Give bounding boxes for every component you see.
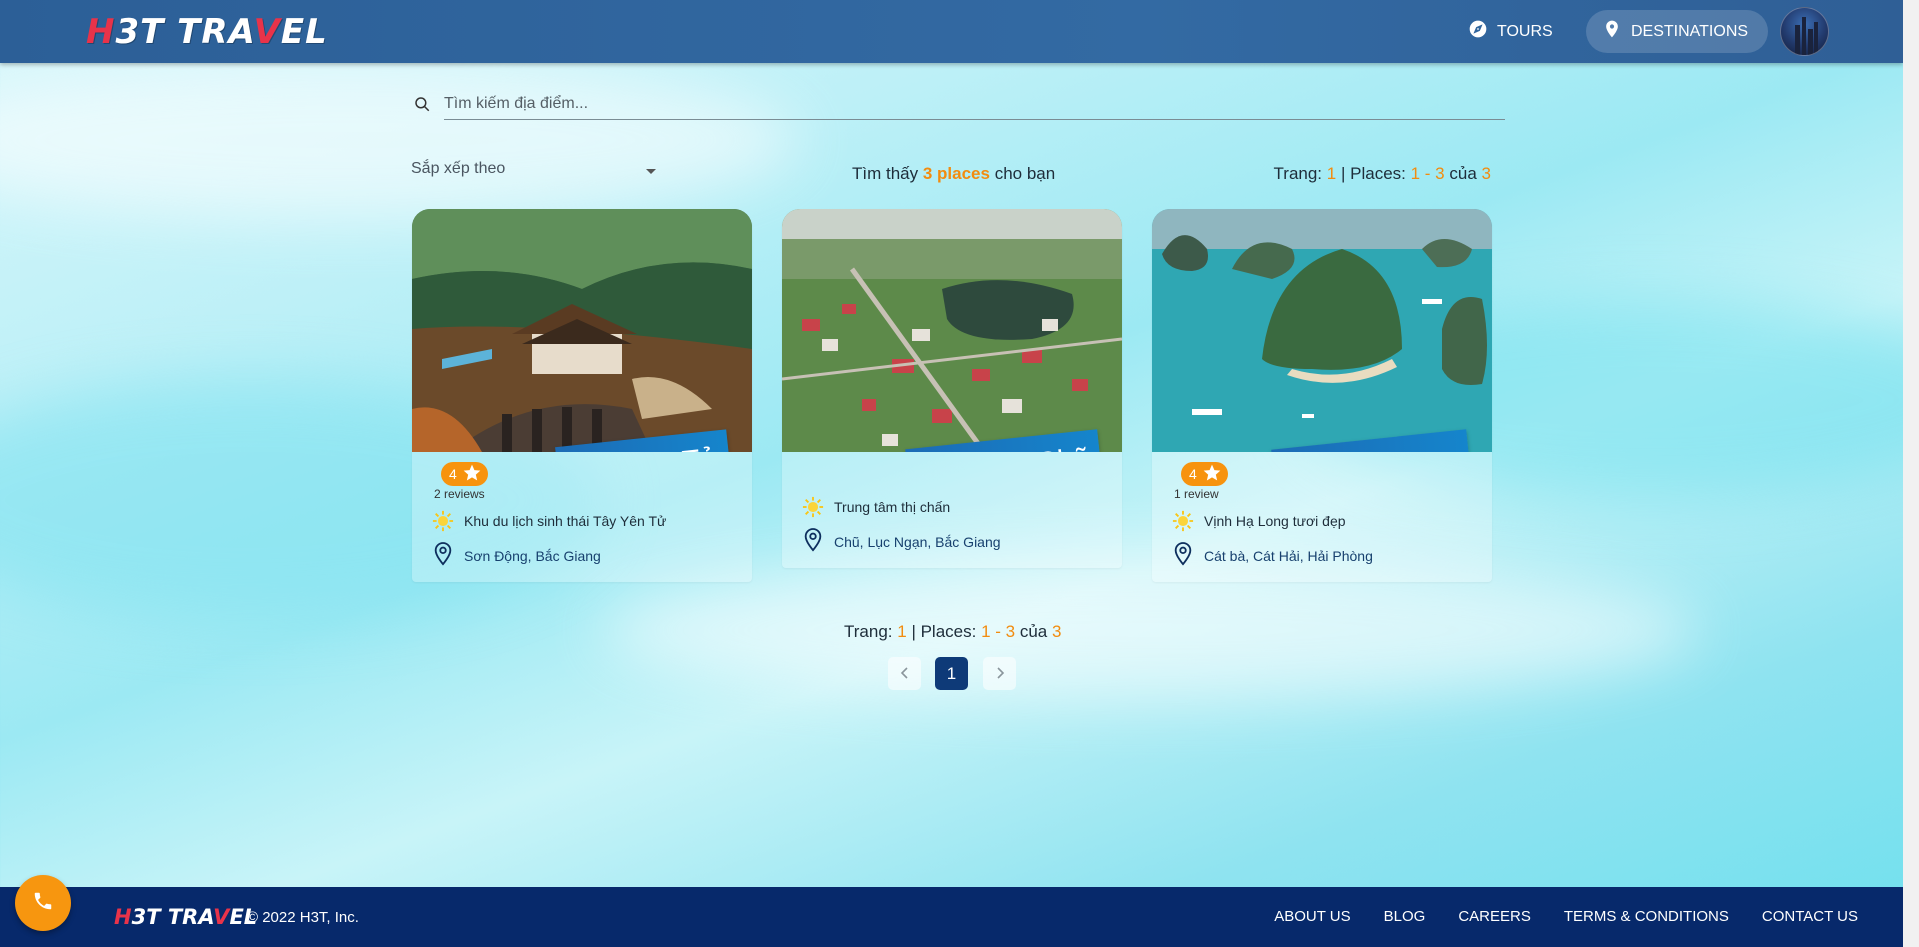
place-description: Trung tâm thị chấn <box>834 499 951 515</box>
footer-link-about[interactable]: ABOUT US <box>1274 908 1350 925</box>
nav-tours-label: TOURS <box>1497 22 1553 40</box>
review-count: 1 review <box>1174 487 1219 501</box>
call-button[interactable] <box>15 875 71 931</box>
results-prefix: Tìm thấy <box>852 164 919 183</box>
page-button-label: 1 <box>946 663 957 683</box>
place-location-row: Chũ, Lục Ngạn, Bắc Giang <box>802 527 1102 556</box>
places-label: | Places: <box>1340 164 1406 183</box>
next-page-button[interactable] <box>983 657 1016 690</box>
chevron-left-icon <box>899 664 911 684</box>
footer-link-blog[interactable]: BLOG <box>1384 908 1426 925</box>
logo-letter: V <box>253 12 281 52</box>
place-name: Tây Yên Tử <box>566 442 721 452</box>
prev-page-button[interactable] <box>888 657 921 690</box>
footer-link-terms[interactable]: TERMS & CONDITIONS <box>1564 908 1729 925</box>
sun-icon <box>432 510 454 532</box>
logo-letter: V <box>213 905 230 929</box>
logo-text: T TRA <box>146 905 214 929</box>
logo-letter: H <box>86 12 116 52</box>
page-info-bottom: Trang: 1 | Places: 1 - 3 của 3 <box>844 622 1061 642</box>
nav-destinations-button[interactable]: DESTINATIONS <box>1586 10 1769 53</box>
sun-icon <box>802 496 824 518</box>
sort-select[interactable]: Sắp xếp theo <box>411 160 656 186</box>
chevron-down-icon <box>646 169 656 174</box>
phone-icon <box>32 890 54 917</box>
location-pin-icon <box>1602 19 1622 44</box>
place-location[interactable]: Chũ, Lục Ngạn, Bắc Giang <box>834 534 1001 550</box>
copyright-text: © 2022 H3T, Inc. <box>247 909 359 926</box>
place-image[interactable]: Thị chấn Chũ <box>782 209 1122 452</box>
sun-icon <box>1172 510 1194 532</box>
star-icon <box>462 463 482 486</box>
place-description: Khu du lịch sinh thái Tây Yên Tử <box>464 513 667 529</box>
place-image[interactable]: Vịnh Hạ Long <box>1152 209 1492 452</box>
rating-badge: 4 <box>1181 462 1228 486</box>
rating-block: 4 1 review <box>1174 462 1472 501</box>
place-card[interactable]: Tây Yên Tử 4 2 reviews Khu du lịch sinh … <box>412 209 752 582</box>
page-number: 1 <box>897 622 907 641</box>
rating-value: 4 <box>449 466 457 482</box>
place-location-row: Cát bà, Cát Hải, Hải Phòng <box>1172 541 1472 570</box>
location-pin-icon <box>1172 541 1194 570</box>
of-label: của <box>1019 622 1048 641</box>
page-scrollbar[interactable] <box>1903 0 1919 947</box>
nav-destinations-label: DESTINATIONS <box>1631 22 1749 40</box>
page-button-current[interactable]: 1 <box>935 657 968 690</box>
search-input[interactable] <box>444 88 1505 120</box>
places-label: | Places: <box>911 622 977 641</box>
page-label: Trang: <box>844 622 893 641</box>
place-location[interactable]: Cát bà, Cát Hải, Hải Phòng <box>1204 548 1373 564</box>
page-number: 1 <box>1326 164 1337 183</box>
place-card[interactable]: Vịnh Hạ Long 4 1 review Vịnh Hạ Long tươ… <box>1152 209 1492 582</box>
place-card[interactable]: Thị chấn Chũ Trung tâm thị chấn Chũ, Lục… <box>782 209 1122 568</box>
user-avatar[interactable] <box>1780 7 1829 56</box>
logo-letter: H <box>114 905 132 929</box>
search-bar <box>411 88 1505 120</box>
places-range: 1 - 3 <box>1410 164 1445 183</box>
place-image[interactable]: Tây Yên Tử <box>412 209 752 452</box>
results-count: 3 places <box>922 164 990 183</box>
footer: H3T TRAVEL © 2022 H3T, Inc. ABOUT US BLO… <box>0 887 1903 947</box>
nav-tours-button[interactable]: TOURS <box>1450 10 1571 53</box>
footer-links: ABOUT US BLOG CAREERS TERMS & CONDITIONS… <box>1274 908 1858 925</box>
page-info-top: Trang: 1 | Places: 1 - 3 của 3 <box>1274 164 1491 184</box>
places-range: 1 - 3 <box>981 622 1016 641</box>
logo-text: EL <box>280 12 328 52</box>
top-navbar: H3T TRAVEL TOURS DESTINATIONS <box>0 0 1903 63</box>
place-description-row: Trung tâm thị chấn <box>802 496 1102 518</box>
place-description-row: Vịnh Hạ Long tươi đẹp <box>1172 510 1472 532</box>
page-label: Trang: <box>1273 164 1323 183</box>
rating-badge: 4 <box>441 462 488 486</box>
compass-icon <box>1468 19 1488 44</box>
logo-letter: 3 <box>131 905 147 929</box>
place-location-row: Sơn Động, Bắc Giang <box>432 541 732 570</box>
star-icon <box>1202 463 1222 486</box>
rating-value: 4 <box>1189 466 1197 482</box>
place-description: Vịnh Hạ Long tươi đẹp <box>1204 513 1346 529</box>
location-pin-icon <box>802 527 824 556</box>
brand-logo[interactable]: H3T TRAVEL <box>86 12 328 52</box>
chevron-right-icon <box>994 664 1006 684</box>
sort-label: Sắp xếp theo <box>411 160 506 177</box>
place-description-row: Khu du lịch sinh thái Tây Yên Tử <box>432 510 732 532</box>
footer-logo[interactable]: H3T TRAVEL <box>114 905 257 929</box>
logo-letter: 3 <box>115 12 141 52</box>
rating-block: 4 2 reviews <box>434 462 732 501</box>
results-summary: Tìm thấy 3 places cho bạn <box>852 164 1055 184</box>
places-total: 3 <box>1052 622 1062 641</box>
footer-link-careers[interactable]: CAREERS <box>1458 908 1531 925</box>
review-count: 2 reviews <box>434 487 485 501</box>
place-location[interactable]: Sơn Động, Bắc Giang <box>464 548 601 564</box>
results-suffix: cho bạn <box>994 164 1056 183</box>
footer-link-contact[interactable]: CONTACT US <box>1762 908 1858 925</box>
location-pin-icon <box>432 541 454 570</box>
logo-text: T TRA <box>140 12 254 52</box>
of-label: của <box>1449 164 1477 183</box>
places-total: 3 <box>1481 164 1491 183</box>
